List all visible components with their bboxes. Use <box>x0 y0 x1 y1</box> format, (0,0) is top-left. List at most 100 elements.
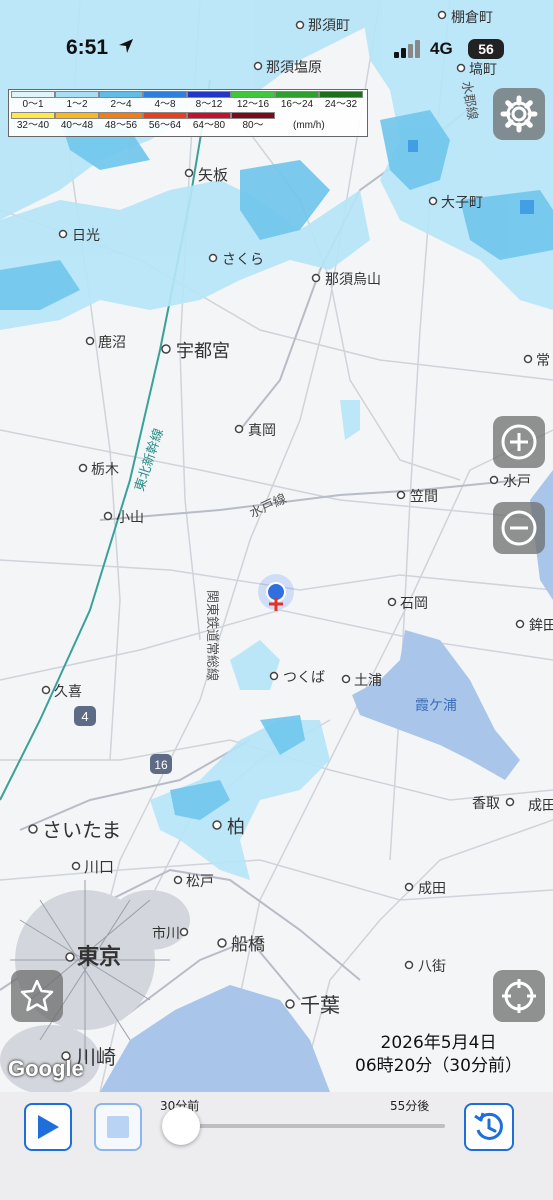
favorite-button[interactable] <box>11 970 63 1022</box>
legend-label: 12～16 <box>236 99 270 110</box>
legend-item: 0～1 <box>11 91 55 111</box>
svg-text:松戸: 松戸 <box>186 874 214 890</box>
legend-item: 12～16 <box>231 91 275 111</box>
time-slider-knob[interactable] <box>162 1107 200 1145</box>
signal-icon <box>394 40 420 58</box>
svg-text:香取: 香取 <box>472 796 500 812</box>
legend-swatch <box>231 91 275 98</box>
place-saitama[interactable]: さいたま <box>28 818 121 842</box>
settings-button[interactable] <box>493 88 545 140</box>
legend-item: 64～80 <box>187 112 231 132</box>
legend-swatch <box>55 91 99 98</box>
play-icon <box>38 1115 59 1139</box>
legend-label: 40～48 <box>60 120 94 131</box>
gear-icon <box>500 95 538 133</box>
star-icon <box>20 979 54 1012</box>
svg-text:笠間: 笠間 <box>410 489 438 505</box>
legend-label: 16～24 <box>280 99 314 110</box>
play-button[interactable] <box>24 1103 72 1151</box>
svg-text:日光: 日光 <box>72 228 100 244</box>
legend-swatch <box>99 112 143 119</box>
google-attribution: Google <box>8 1056 84 1081</box>
crosshair-icon <box>502 979 536 1013</box>
status-bar: 6:51 4G 56 <box>0 0 553 78</box>
svg-text:大子町: 大子町 <box>441 195 483 211</box>
location-arrow-icon <box>119 39 133 53</box>
svg-text:川口: 川口 <box>84 858 114 876</box>
legend-item: 2～4 <box>99 91 143 111</box>
legend-swatch <box>55 112 99 119</box>
svg-text:那須烏山: 那須烏山 <box>325 271 381 288</box>
line-label-kanto-railway: 関東鉄道常総線 <box>204 590 220 681</box>
zoom-out-button[interactable] <box>493 502 545 554</box>
legend-label: 24～32 <box>324 99 358 110</box>
svg-text:土浦: 土浦 <box>354 673 382 689</box>
legend-item: 4～8 <box>143 91 187 111</box>
legend-swatch <box>319 91 363 98</box>
legend-swatch <box>143 112 187 119</box>
legend-swatch <box>143 91 187 98</box>
legend-label: 32～40 <box>16 120 50 131</box>
legend-label: 2～4 <box>110 99 132 110</box>
legend-label: 8～12 <box>195 99 223 110</box>
svg-text:東京: 東京 <box>77 944 121 970</box>
svg-text:成田: 成田 <box>528 798 553 814</box>
radar-map[interactable]: 4 16 那須町 棚倉町 那須塩原 塙町 矢板 大子町 日光 さくら 那須烏山 … <box>0 0 553 1092</box>
legend-item: 56～64 <box>143 112 187 132</box>
legend-label: 80～ <box>242 120 264 131</box>
legend-swatch <box>11 112 55 119</box>
svg-text:鹿沼: 鹿沼 <box>98 334 126 351</box>
svg-text:つくば: つくば <box>283 670 325 686</box>
route-4-label: 4 <box>81 709 88 724</box>
water-label-kasumigaura: 霞ケ浦 <box>415 698 457 714</box>
svg-text:市川: 市川 <box>152 925 180 942</box>
svg-text:鉾田: 鉾田 <box>529 618 553 634</box>
timestamp-date: 2026年5月4日 <box>380 1033 497 1053</box>
legend-swatch <box>231 112 275 119</box>
legend-item: 1～2 <box>55 91 99 111</box>
svg-text:船橋: 船橋 <box>231 935 265 955</box>
time-slider-track[interactable] <box>181 1124 445 1128</box>
legend-item: 16～24 <box>275 91 319 111</box>
svg-text:矢板: 矢板 <box>198 166 228 184</box>
legend-item: 48～56 <box>99 112 143 132</box>
legend-item: 40～48 <box>55 112 99 132</box>
legend-label: 0～1 <box>22 99 44 110</box>
place-narita-edge[interactable]: 成田 <box>528 798 553 814</box>
svg-text:久喜: 久喜 <box>54 684 82 700</box>
legend-label: 1～2 <box>66 99 88 110</box>
legend-label: 48～56 <box>104 120 138 131</box>
history-icon <box>474 1112 503 1140</box>
status-time: 6:51 <box>66 36 109 59</box>
rain-legend: 0～1 1～2 2～4 4～8 8～12 12～16 16～24 24～32 32～40 40～… <box>8 89 368 137</box>
locate-button[interactable] <box>493 970 545 1022</box>
svg-text:常: 常 <box>536 353 550 369</box>
svg-text:成田: 成田 <box>418 881 446 897</box>
svg-text:石岡: 石岡 <box>400 596 428 612</box>
minus-icon <box>501 510 537 546</box>
legend-swatch <box>11 91 55 98</box>
slider-end-label: 55分後 <box>390 1099 430 1113</box>
legend-unit: (mm/h) <box>293 120 325 131</box>
legend-swatch <box>275 91 319 98</box>
zoom-in-button[interactable] <box>493 416 545 468</box>
legend-label: 4～8 <box>154 99 176 110</box>
stop-icon <box>107 1116 129 1138</box>
svg-text:栃木: 栃木 <box>91 462 119 478</box>
route-16-label: 16 <box>154 758 168 772</box>
legend-swatch <box>187 112 231 119</box>
battery-indicator: 56 <box>468 39 504 59</box>
svg-text:さくら: さくら <box>222 252 264 268</box>
legend-label: 64～80 <box>192 120 226 131</box>
legend-item: 8～12 <box>187 91 231 111</box>
legend-item: 32～40 <box>11 112 55 132</box>
svg-text:宇都宮: 宇都宮 <box>176 341 230 362</box>
svg-text:柏: 柏 <box>227 817 245 838</box>
plus-icon <box>501 424 537 460</box>
history-button[interactable] <box>464 1103 514 1151</box>
radar-timestamp: 2026年5月4日 06時20分（30分前） <box>336 1032 541 1086</box>
svg-text:千葉: 千葉 <box>300 993 340 1017</box>
svg-text:八街: 八街 <box>418 959 446 975</box>
timestamp-time: 06時20分（30分前） <box>355 1056 522 1076</box>
stop-button[interactable] <box>94 1103 142 1151</box>
